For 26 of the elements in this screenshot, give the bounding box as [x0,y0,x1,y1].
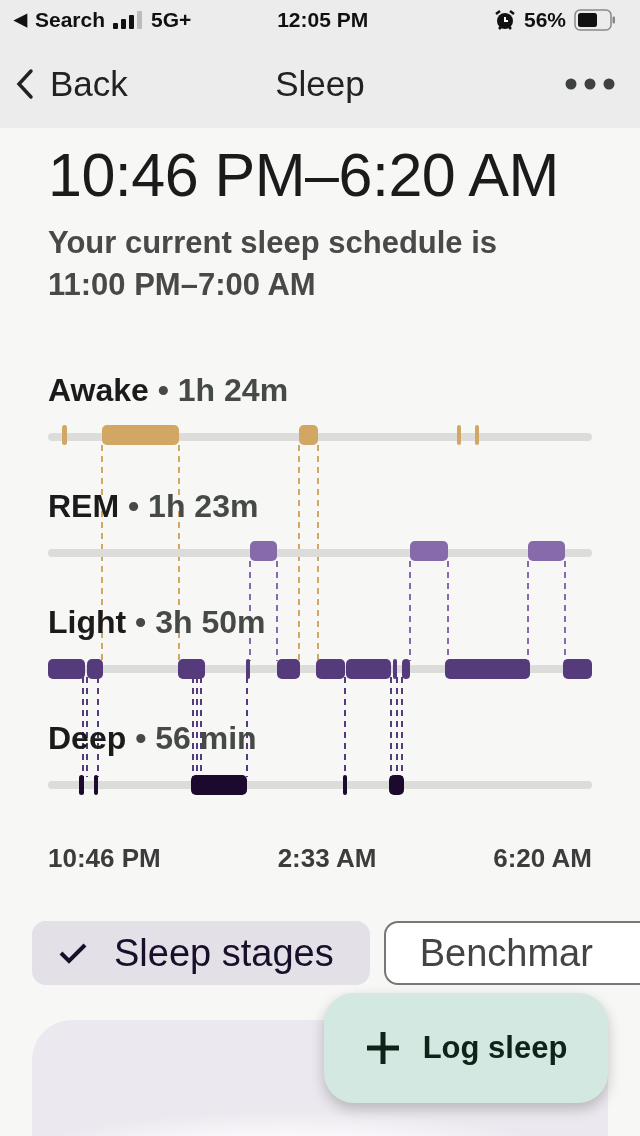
sleep-time-range: 10:46 PM–6:20 AM [48,145,560,205]
back-app-label[interactable]: Search [35,4,106,36]
back-button[interactable]: Back [16,57,128,111]
more-icon[interactable] [564,77,616,91]
schedule-text: Your current sleep schedule is 11:00 PM–7:00 AM [48,224,499,304]
time-axis-label: 2:33 AM [277,842,377,875]
stage-label: Awake • 1h 24m [48,371,289,410]
network-label: 5G+ [151,7,192,34]
plus-icon [364,1030,401,1066]
clock: 12:05 PM [277,7,369,34]
time-axis-label: 6:20 AM [493,842,592,875]
log-sleep-button[interactable]: Log sleep [324,993,608,1103]
stage-label: Deep • 56 min [48,719,257,758]
checkmark-icon [58,941,88,965]
signal-icon [113,11,144,29]
back-glyph[interactable]: ◀ [14,7,27,33]
filter-chip[interactable]: Sleep stages [32,921,370,985]
stage-label: Light • 3h 50m [48,603,266,642]
alarm-icon [493,9,516,31]
filter-chip[interactable]: Benchmar [383,921,640,985]
battery-icon [574,9,616,31]
chevron-left-icon [16,68,34,100]
time-axis-label: 10:46 PM [48,842,161,875]
stage-label: REM • 1h 23m [48,487,259,526]
battery-percent: 56% [523,7,566,34]
screen-title: Sleep [275,63,365,103]
